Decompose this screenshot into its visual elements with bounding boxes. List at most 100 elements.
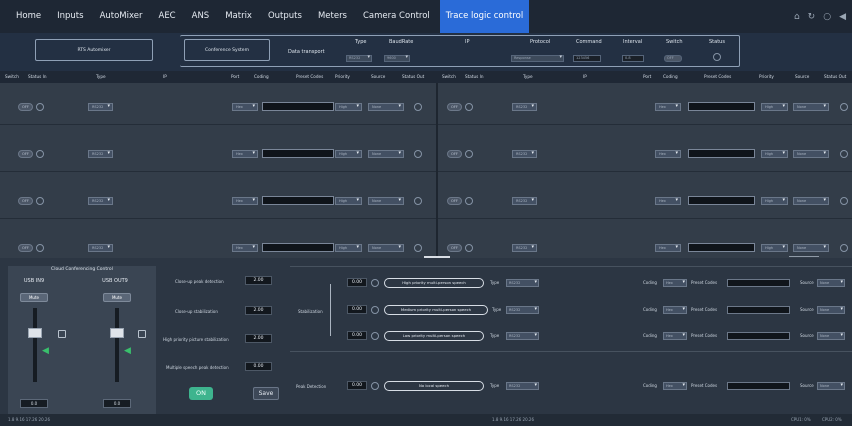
switch-toggle[interactable]: OFF xyxy=(18,103,33,111)
priority-select[interactable]: High xyxy=(761,103,788,111)
source-select[interactable]: None xyxy=(368,103,404,111)
fader-in-knob[interactable] xyxy=(28,328,42,338)
scrollbar-thumb[interactable] xyxy=(789,256,819,257)
type-select[interactable]: RS232 xyxy=(512,197,537,205)
coding-select[interactable]: Hex xyxy=(655,150,681,158)
peak-source-select[interactable]: None xyxy=(817,382,845,390)
on-button[interactable]: ON xyxy=(189,387,213,400)
source-select[interactable]: None xyxy=(793,103,829,111)
peak-type-select[interactable]: RS232 xyxy=(506,382,539,390)
stab-medium-value[interactable]: 0.00 xyxy=(347,305,367,314)
fader-out-track[interactable] xyxy=(115,308,119,382)
coding-select[interactable]: Hex xyxy=(232,244,258,252)
tab-aec[interactable]: AEC xyxy=(153,0,182,33)
closeup-stab-value[interactable]: 2.00 xyxy=(245,306,272,315)
stab-high-source-select[interactable]: None xyxy=(817,279,845,287)
stab-high-value[interactable]: 0.00 xyxy=(347,278,367,287)
baudrate-select[interactable]: 9600 xyxy=(384,55,410,62)
stab-high-preset-input[interactable] xyxy=(727,279,790,287)
mute-in-button[interactable]: Mute xyxy=(20,293,48,302)
stab-low-type-select[interactable]: RS232 xyxy=(506,332,539,340)
peak-value[interactable]: 0.00 xyxy=(347,381,367,390)
switch-toggle[interactable]: OFF xyxy=(664,55,682,62)
refresh-icon[interactable]: ↻ xyxy=(808,12,816,22)
switch-toggle[interactable]: OFF xyxy=(447,244,462,252)
priority-select[interactable]: High xyxy=(761,244,788,252)
preset-codes-input[interactable] xyxy=(688,149,755,158)
tab-outputs[interactable]: Outputs xyxy=(262,0,308,33)
switch-toggle[interactable]: OFF xyxy=(18,244,33,252)
coding-select[interactable]: Hex xyxy=(232,150,258,158)
source-select[interactable]: None xyxy=(793,150,829,158)
priority-select[interactable]: High xyxy=(761,197,788,205)
save-button[interactable]: Save xyxy=(253,387,279,400)
coding-select[interactable]: Hex xyxy=(655,197,681,205)
switch-toggle[interactable]: OFF xyxy=(18,150,33,158)
tab-camera-control[interactable]: Camera Control xyxy=(357,0,436,33)
stab-high-coding-select[interactable]: Hex xyxy=(663,279,687,287)
command-input[interactable]: 123456 xyxy=(573,55,601,62)
mute-out-button[interactable]: Mute xyxy=(103,293,131,302)
fader-in-track[interactable] xyxy=(33,308,37,382)
usb-in-value[interactable]: 0.0 xyxy=(20,399,48,408)
stab-low-coding-select[interactable]: Hex xyxy=(663,332,687,340)
stab-medium-preset-input[interactable] xyxy=(727,306,790,314)
type-select[interactable]: RS232 xyxy=(512,150,537,158)
coding-select[interactable]: Hex xyxy=(232,197,258,205)
type-select[interactable]: RS232 xyxy=(88,150,113,158)
type-select[interactable]: RS232 xyxy=(88,244,113,252)
stab-low-pill[interactable]: Low priority multi-person speech xyxy=(384,331,484,341)
priority-select[interactable]: High xyxy=(335,103,362,111)
usb-out-value[interactable]: 0.0 xyxy=(103,399,131,408)
priority-select[interactable]: High xyxy=(335,197,362,205)
tab-matrix[interactable]: Matrix xyxy=(219,0,258,33)
type-select[interactable]: RS232 xyxy=(88,197,113,205)
link-in-icon[interactable] xyxy=(58,330,66,338)
stab-high-pill[interactable]: High priority multi-person speech xyxy=(384,278,484,288)
multi-speech-peak-value[interactable]: 0.00 xyxy=(245,362,272,371)
stab-medium-pill[interactable]: Medium priority multi-person speech xyxy=(384,305,488,315)
preset-codes-input[interactable] xyxy=(262,149,334,158)
peak-coding-select[interactable]: Hex xyxy=(663,382,687,390)
tab-meters[interactable]: Meters xyxy=(312,0,353,33)
priority-select[interactable]: High xyxy=(761,150,788,158)
link-out-icon[interactable] xyxy=(138,330,146,338)
preset-codes-input[interactable] xyxy=(688,102,755,111)
type-select[interactable]: RS232 xyxy=(346,55,372,62)
preset-codes-input[interactable] xyxy=(262,243,334,252)
tab-inputs[interactable]: Inputs xyxy=(51,0,89,33)
source-select[interactable]: None xyxy=(368,197,404,205)
stab-medium-source-select[interactable]: None xyxy=(817,306,845,314)
source-select[interactable]: None xyxy=(793,244,829,252)
preset-codes-input[interactable] xyxy=(262,102,334,111)
coding-select[interactable]: Hex xyxy=(655,244,681,252)
fader-out-knob[interactable] xyxy=(110,328,124,338)
switch-toggle[interactable]: OFF xyxy=(447,103,462,111)
tab-ans[interactable]: ANS xyxy=(186,0,216,33)
high-priority-stab-value[interactable]: 2.00 xyxy=(245,334,272,343)
interval-input[interactable]: 0.8 xyxy=(622,55,644,62)
type-select[interactable]: RS232 xyxy=(88,103,113,111)
type-select[interactable]: RS232 xyxy=(512,244,537,252)
priority-select[interactable]: High xyxy=(335,244,362,252)
peak-preset-input[interactable] xyxy=(727,382,790,390)
switch-toggle[interactable]: OFF xyxy=(447,197,462,205)
source-select[interactable]: None xyxy=(368,150,404,158)
coding-select[interactable]: Hex xyxy=(655,103,681,111)
type-select[interactable]: RS232 xyxy=(512,103,537,111)
stab-low-source-select[interactable]: None xyxy=(817,332,845,340)
preset-codes-input[interactable] xyxy=(688,243,755,252)
stab-medium-type-select[interactable]: RS232 xyxy=(506,306,539,314)
preset-codes-input[interactable] xyxy=(262,196,334,205)
stab-low-value[interactable]: 0.00 xyxy=(347,331,367,340)
stab-medium-coding-select[interactable]: Hex xyxy=(663,306,687,314)
priority-select[interactable]: High xyxy=(335,150,362,158)
closeup-peak-value[interactable]: 2.00 xyxy=(245,276,272,285)
tab-automixer[interactable]: AutoMixer xyxy=(94,0,149,33)
stab-low-preset-input[interactable] xyxy=(727,332,790,340)
stab-high-type-select[interactable]: RS232 xyxy=(506,279,539,287)
coding-select[interactable]: Hex xyxy=(232,103,258,111)
source-select[interactable]: None xyxy=(368,244,404,252)
tab-trace-logic-control[interactable]: Trace logic control xyxy=(439,0,530,33)
preset-codes-input[interactable] xyxy=(688,196,755,205)
